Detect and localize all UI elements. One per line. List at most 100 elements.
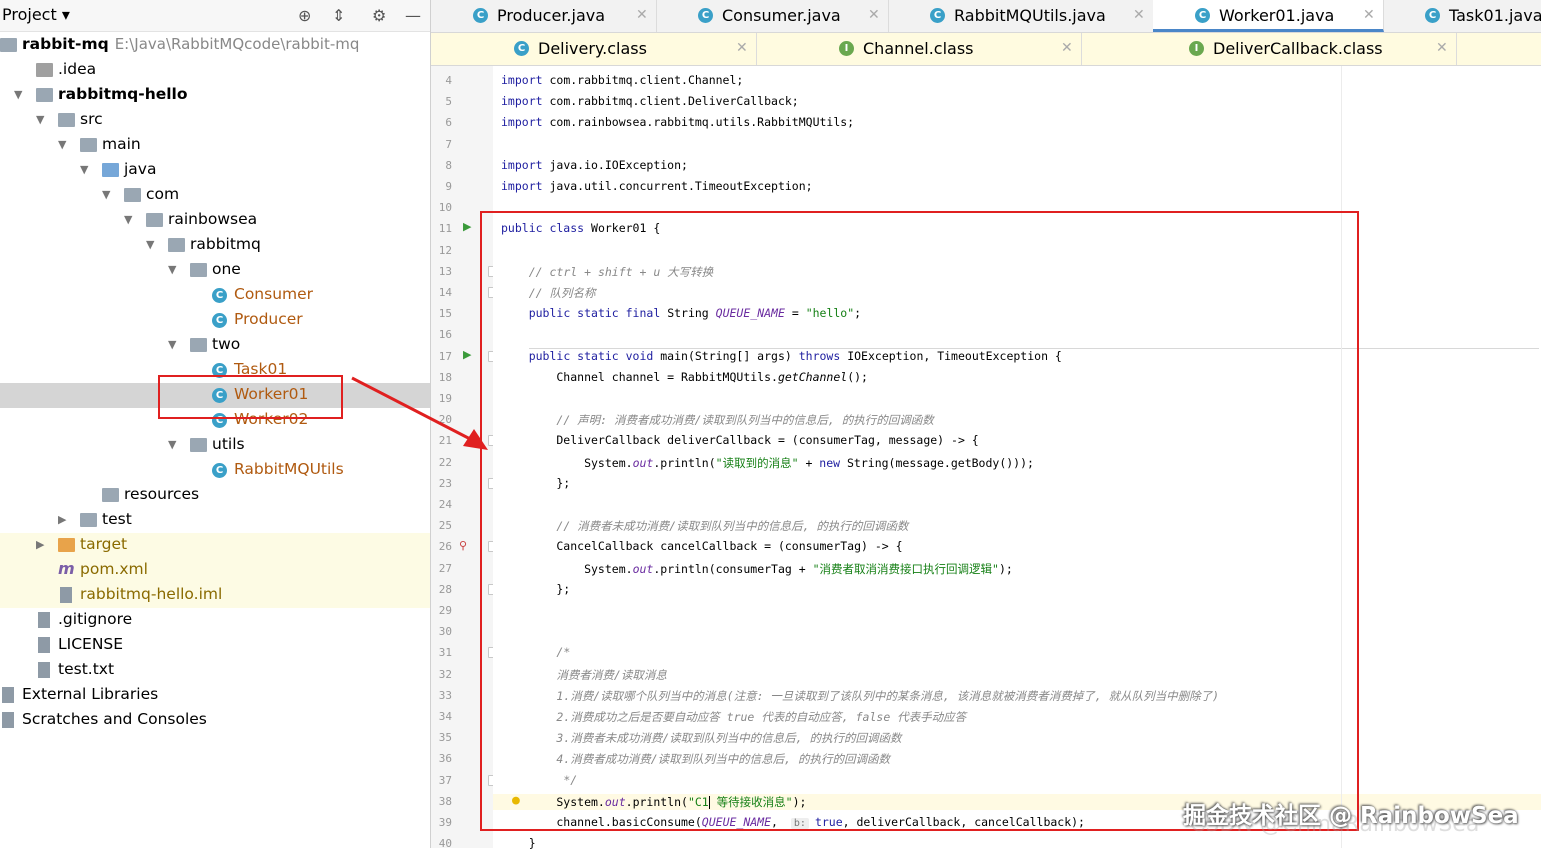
package-icon bbox=[146, 213, 163, 227]
tree-item[interactable]: rabbit-mq E:\Java\RabbitMQcode\rabbit-mq bbox=[0, 33, 430, 58]
folder-icon bbox=[58, 538, 75, 552]
tree-item-label: RabbitMQUtils bbox=[234, 460, 344, 478]
close-tab-icon[interactable]: ✕ bbox=[1436, 40, 1448, 56]
close-tab-icon[interactable]: ✕ bbox=[868, 7, 880, 23]
tree-item-label: rabbitmq bbox=[190, 235, 261, 253]
project-view-selector[interactable]: Project ▾ bbox=[2, 5, 70, 24]
tree-item[interactable]: C Worker02 bbox=[0, 408, 430, 433]
code-line: // 队列名称 bbox=[528, 286, 596, 300]
gear-icon[interactable]: ⚙ bbox=[372, 6, 386, 25]
expand-arrow-icon[interactable]: ▼ bbox=[168, 263, 176, 276]
locate-icon[interactable]: ⊕ bbox=[298, 6, 311, 25]
tree-item[interactable]: .idea bbox=[0, 58, 430, 83]
editor-tab[interactable]: C Task01.java bbox=[1383, 0, 1541, 32]
line-number: 4 bbox=[445, 74, 452, 87]
line-number: 28 bbox=[438, 582, 452, 596]
tree-item[interactable]: .gitignore bbox=[0, 608, 430, 633]
tree-item[interactable]: ▼ utils bbox=[0, 433, 430, 458]
code-line: // 声明: 消费者成功消费/读取到队列当中的信息后, 的执行的回调函数 bbox=[556, 413, 934, 428]
expand-arrow-icon[interactable]: ▼ bbox=[146, 238, 154, 251]
editor-tab[interactable]: C Producer.java ✕ bbox=[431, 0, 657, 32]
close-tab-icon[interactable]: ✕ bbox=[636, 7, 648, 23]
tree-item[interactable]: rabbitmq-hello.iml bbox=[0, 583, 430, 608]
line-number: 12 bbox=[438, 243, 452, 257]
run-icon[interactable]: ▶ bbox=[463, 348, 471, 361]
tree-item[interactable]: resources bbox=[0, 483, 430, 508]
collapse-arrow-icon[interactable]: ▶ bbox=[36, 538, 44, 551]
code-line: // ctrl + shift + u 大写转换 bbox=[528, 264, 714, 279]
tree-item[interactable]: ▶ target bbox=[0, 533, 430, 558]
tree-item[interactable]: ▼ com bbox=[0, 183, 430, 208]
close-tab-icon[interactable]: ✕ bbox=[1363, 7, 1375, 23]
tree-item[interactable]: C Task01 bbox=[0, 358, 430, 383]
tree-item[interactable]: ▼ rainbowsea bbox=[0, 208, 430, 233]
editor-tabs-row-1: C Producer.java ✕ C Consumer.java ✕ C RabbitMQU… bbox=[431, 0, 1541, 33]
editor-tab-label: Producer.java bbox=[497, 6, 606, 25]
line-number: 6 bbox=[445, 116, 452, 130]
run-icon[interactable]: ▶ bbox=[463, 220, 471, 233]
tree-item-label: two bbox=[212, 335, 241, 353]
lightbulb-icon[interactable]: ● bbox=[512, 793, 520, 808]
expand-arrow-icon[interactable]: ▼ bbox=[124, 213, 132, 226]
tree-item[interactable]: ▶ test bbox=[0, 508, 430, 533]
module-path: E:\Java\RabbitMQcode\rabbit-mq bbox=[114, 35, 360, 53]
tree-item[interactable]: ▼ rabbitmq bbox=[0, 233, 430, 258]
collapse-arrow-icon[interactable]: ▶ bbox=[58, 513, 66, 526]
tree-item-label: src bbox=[80, 110, 103, 128]
expand-arrow-icon[interactable]: ▼ bbox=[36, 113, 44, 126]
expand-arrow-icon[interactable]: ▼ bbox=[102, 188, 110, 201]
editor-tab[interactable]: C Delivery.class ✕ bbox=[431, 33, 757, 65]
close-tab-icon[interactable]: ✕ bbox=[1061, 40, 1073, 56]
editor-tab[interactable]: I DeliverCallback.class ✕ bbox=[1081, 33, 1457, 65]
tree-item[interactable]: m pom.xml bbox=[0, 558, 430, 583]
line-number: 35 bbox=[438, 731, 452, 745]
tree-item-label: rabbit-mq E:\Java\RabbitMQcode\rabbit-mq bbox=[22, 35, 360, 53]
tree-item-label: test.txt bbox=[58, 660, 115, 678]
folder-icon bbox=[80, 513, 97, 527]
tree-item[interactable]: C Worker01 bbox=[0, 383, 430, 408]
editor-tab[interactable]: C RabbitMQUtils.java ✕ bbox=[888, 0, 1154, 32]
close-tab-icon[interactable]: ✕ bbox=[736, 40, 748, 56]
file-icon bbox=[60, 587, 72, 603]
code-line: channel.basicConsume(QUEUE_NAME, b: true,… bbox=[501, 815, 1085, 829]
tree-item-label: rabbitmq-hello bbox=[58, 85, 188, 103]
code-line: CancelCallback cancelCallback = (consume… bbox=[501, 539, 903, 554]
hide-icon[interactable]: — bbox=[405, 6, 421, 25]
tree-item-label: resources bbox=[124, 485, 200, 503]
tree-item-label: Producer bbox=[234, 310, 303, 328]
expand-arrow-icon[interactable]: ▼ bbox=[80, 163, 88, 176]
tree-item[interactable]: Scratches and Consoles bbox=[0, 708, 430, 733]
tree-item[interactable]: C RabbitMQUtils bbox=[0, 458, 430, 483]
line-number: 11 bbox=[438, 222, 452, 236]
editor-tab[interactable]: C Consumer.java ✕ bbox=[656, 0, 889, 32]
tree-item[interactable]: ▼ one bbox=[0, 258, 430, 283]
tree-item[interactable]: test.txt bbox=[0, 658, 430, 683]
tree-item[interactable]: ▼ rabbitmq-hello bbox=[0, 83, 430, 108]
tree-item[interactable]: LICENSE bbox=[0, 633, 430, 658]
code-line: 1.消费/读取哪个队列当中的消息(注意: 一旦读取到了该队列中的某条消息, 该消… bbox=[556, 688, 1220, 703]
expand-arrow-icon[interactable]: ▼ bbox=[58, 138, 66, 151]
expand-arrow-icon[interactable]: ▼ bbox=[14, 88, 22, 101]
editor-tab[interactable]: I Channel.class ✕ bbox=[756, 33, 1082, 65]
code-line: DeliverCallback deliverCallback = (consu… bbox=[501, 433, 979, 448]
code-line: import java.io.IOException; bbox=[501, 157, 688, 172]
tree-item[interactable]: C Producer bbox=[0, 308, 430, 333]
tree-item[interactable]: External Libraries bbox=[0, 683, 430, 708]
expand-arrow-icon[interactable]: ▼ bbox=[168, 438, 176, 451]
code-line: public class Worker01 { bbox=[501, 221, 661, 236]
code-area[interactable]: import com.rabbitmq.client.Channel; impor… bbox=[493, 66, 1541, 850]
expand-arrow-icon[interactable]: ▼ bbox=[168, 338, 176, 351]
tree-item-label: main bbox=[102, 135, 141, 153]
tree-item[interactable]: ▼ main bbox=[0, 133, 430, 158]
class-icon: C bbox=[1195, 8, 1210, 23]
tree-item[interactable]: C Consumer bbox=[0, 283, 430, 308]
tree-item[interactable]: ▼ java bbox=[0, 158, 430, 183]
tree-item-label: Worker01 bbox=[234, 385, 309, 403]
close-tab-icon[interactable]: ✕ bbox=[1133, 7, 1145, 23]
line-number: 15 bbox=[438, 307, 452, 321]
collapse-all-icon[interactable]: ⇕ bbox=[332, 6, 345, 25]
editor-tab[interactable]: C Worker01.java ✕ bbox=[1153, 0, 1384, 32]
tree-item[interactable]: ▼ two bbox=[0, 333, 430, 358]
project-header: Project ▾ ⊕ ⇕ ⚙ — bbox=[0, 0, 430, 32]
tree-item[interactable]: ▼ src bbox=[0, 108, 430, 133]
